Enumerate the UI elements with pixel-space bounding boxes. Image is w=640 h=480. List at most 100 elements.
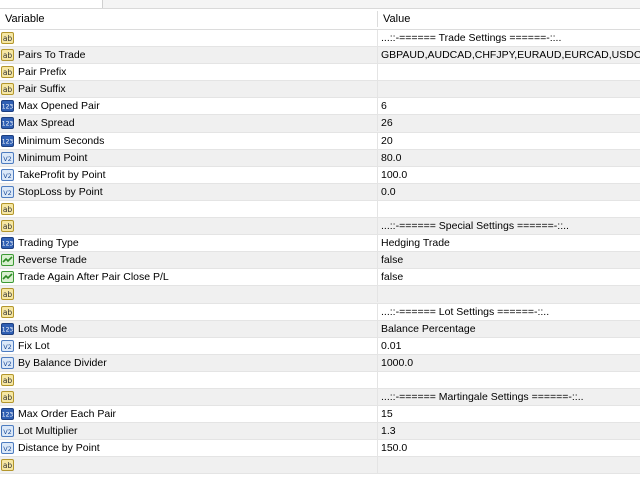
param-value[interactable]: 15 [381, 406, 640, 422]
param-value[interactable]: false [381, 269, 640, 285]
param-row[interactable]: 123 Max Spread 26 [0, 115, 640, 133]
param-row[interactable]: ab Pair Prefix [0, 64, 640, 82]
param-name: Pair Prefix [18, 66, 67, 79]
param-row[interactable]: ab ...::-====== Special Settings ======-:… [0, 218, 640, 236]
param-value[interactable]: Balance Percentage [381, 321, 640, 337]
param-row[interactable]: ab ...::-====== Lot Settings ======-::.. [0, 303, 640, 321]
param-value[interactable] [381, 81, 640, 97]
param-name: Max Spread [18, 117, 75, 130]
cell-divider [377, 388, 378, 405]
value-column-header[interactable]: Value [383, 9, 410, 29]
svg-text:ab: ab [3, 393, 13, 402]
param-name: Reverse Trade [18, 254, 87, 267]
param-row[interactable]: V2 By Balance Divider 1000.0 [0, 354, 640, 372]
cell-divider [377, 286, 378, 303]
param-value[interactable]: 6 [381, 98, 640, 114]
param-row[interactable]: Trade Again After Pair Close P/L false [0, 269, 640, 287]
text-param-icon: ab [1, 66, 14, 79]
column-divider[interactable] [377, 11, 378, 27]
double-param-icon: V2 [1, 185, 14, 198]
param-row[interactable]: V2 Lot Multiplier 1.3 [0, 423, 640, 441]
text-param-icon: ab [1, 220, 14, 233]
svg-text:ab: ab [3, 85, 13, 94]
integer-param-icon: 123 [1, 100, 14, 113]
text-param-icon: ab [1, 305, 14, 318]
cell-divider [377, 235, 378, 252]
param-value[interactable]: GBPAUD,AUDCAD,CHFJPY,EURAUD,EURCAD,USDCH… [381, 47, 640, 63]
param-value[interactable]: 1.3 [381, 423, 640, 439]
parameters-table: ab ...::-====== Trade Settings ======-::.… [0, 30, 640, 475]
param-value[interactable]: false [381, 252, 640, 268]
boolean-param-icon [1, 254, 14, 267]
integer-param-icon: 123 [1, 134, 14, 147]
cell-divider [377, 47, 378, 64]
param-row[interactable]: ab [0, 286, 640, 304]
param-value[interactable] [381, 372, 640, 388]
param-row[interactable]: 123 Trading Type Hedging Trade [0, 235, 640, 253]
svg-text:ab: ab [3, 308, 13, 317]
param-value[interactable]: 26 [381, 115, 640, 131]
param-value[interactable]: ...::-====== Trade Settings ======-::.. [381, 30, 640, 46]
double-param-icon: V2 [1, 151, 14, 164]
integer-param-icon: 123 [1, 408, 14, 421]
param-value[interactable] [381, 64, 640, 80]
text-param-icon: ab [1, 32, 14, 44]
param-value[interactable]: ...::-====== Lot Settings ======-::.. [381, 304, 640, 320]
double-param-icon: V2 [1, 356, 14, 369]
param-name: Fix Lot [18, 339, 50, 352]
param-row[interactable]: V2 Distance by Point 150.0 [0, 440, 640, 458]
cell-divider [377, 269, 378, 286]
cell-divider [377, 218, 378, 235]
cell-divider [377, 149, 378, 166]
param-name: StopLoss by Point [18, 185, 103, 198]
param-value[interactable]: 1000.0 [381, 355, 640, 371]
param-row[interactable]: V2 Minimum Point 80.0 [0, 149, 640, 167]
param-row[interactable]: ab ...::-====== Trade Settings ======-::.… [0, 30, 640, 48]
param-name: Distance by Point [18, 442, 100, 455]
param-value[interactable]: 20 [381, 133, 640, 149]
param-row[interactable]: ab ...::-====== Martingale Settings =====… [0, 388, 640, 407]
param-name: Pair Suffix [18, 83, 66, 96]
double-param-icon: V2 [1, 442, 14, 455]
param-row[interactable]: ab [0, 200, 640, 219]
param-value[interactable]: ...::-====== Special Settings ======-::.… [381, 218, 640, 234]
param-row[interactable]: 123 Max Opened Pair 6 [0, 98, 640, 116]
cell-divider [377, 252, 378, 269]
cell-divider [377, 115, 378, 132]
param-row[interactable]: ab Pair Suffix [0, 81, 640, 99]
cell-divider [377, 98, 378, 115]
integer-param-icon: 123 [1, 237, 14, 250]
text-param-icon: ab [1, 83, 14, 96]
param-row[interactable]: 123 Max Order Each Pair 15 [0, 406, 640, 424]
param-row[interactable]: ab [0, 371, 640, 389]
cell-divider [377, 183, 378, 200]
cell-divider [377, 64, 378, 81]
variable-column-header[interactable]: Variable [5, 9, 45, 29]
param-row[interactable]: V2 TakeProfit by Point 100.0 [0, 166, 640, 184]
param-value[interactable] [381, 457, 640, 473]
param-value[interactable] [381, 286, 640, 302]
param-value[interactable]: 0.01 [381, 338, 640, 354]
param-value[interactable]: ...::-====== Martingale Settings ======-… [381, 389, 640, 405]
param-value[interactable]: 150.0 [381, 440, 640, 456]
param-value[interactable] [381, 201, 640, 217]
double-param-icon: V2 [1, 425, 14, 438]
param-value[interactable]: 100.0 [381, 167, 640, 183]
svg-text:V2: V2 [3, 445, 12, 453]
param-value[interactable]: 0.0 [381, 184, 640, 200]
param-name: Trade Again After Pair Close P/L [18, 271, 169, 284]
param-row[interactable]: V2 StopLoss by Point 0.0 [0, 183, 640, 201]
cell-divider [377, 457, 378, 474]
param-row[interactable]: V2 Fix Lot 0.01 [0, 337, 640, 355]
param-row[interactable]: Reverse Trade false [0, 252, 640, 270]
param-value[interactable]: Hedging Trade [381, 235, 640, 251]
param-row[interactable]: 123 Lots Mode Balance Percentage [0, 320, 640, 338]
param-row[interactable]: 123 Minimum Seconds 20 [0, 132, 640, 150]
param-row[interactable]: ab Pairs To Trade GBPAUD,AUDCAD,CHFJPY,EUR… [0, 47, 640, 65]
svg-text:123: 123 [2, 412, 14, 419]
tab-right[interactable] [52, 0, 103, 8]
param-value[interactable]: 80.0 [381, 150, 640, 166]
svg-text:123: 123 [2, 326, 14, 333]
tab-left[interactable] [0, 0, 53, 8]
param-row[interactable]: ab [0, 457, 640, 475]
